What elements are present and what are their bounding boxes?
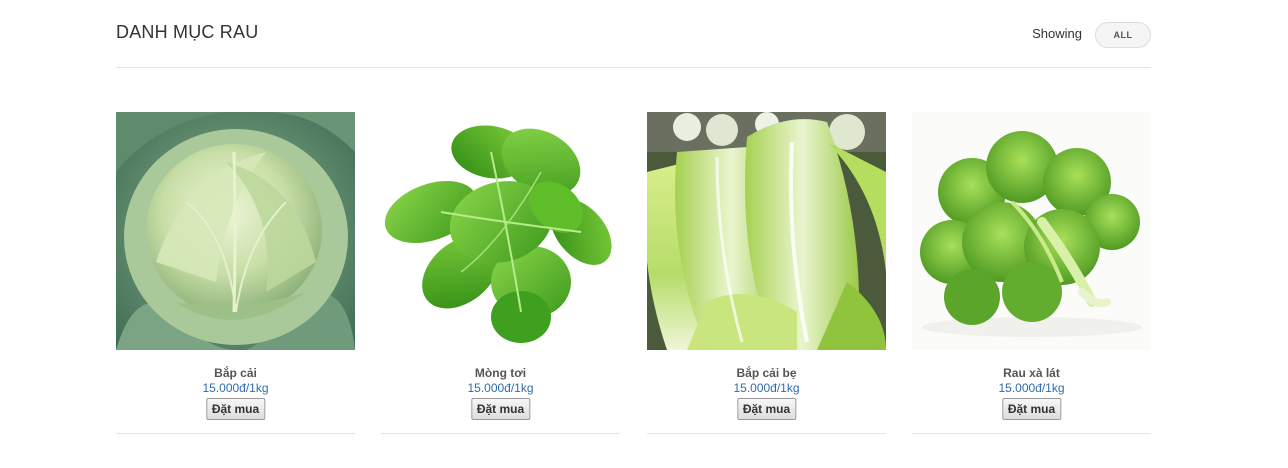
product-price: 15.000đ/1kg (733, 381, 800, 395)
product-card-bap-cai-be: Bắp cải bẹ 15.000đ/1kg Đặt mua (647, 112, 886, 434)
page-title: DANH MỤC RAU (116, 22, 259, 42)
product-card-mong-toi: Mòng tơi 15.000đ/1kg Đặt mua (381, 112, 620, 434)
category-header: DANH MỤC RAU Showing ALL (116, 0, 1151, 68)
product-name[interactable]: Rau xà lát (912, 366, 1151, 380)
product-name[interactable]: Mòng tơi (381, 366, 620, 380)
product-price: 15.000đ/1kg (998, 381, 1065, 395)
order-button[interactable]: Đặt mua (205, 398, 266, 420)
product-price: 15.000đ/1kg (202, 381, 269, 395)
showing-label: Showing (1032, 26, 1082, 41)
order-button[interactable]: Đặt mua (470, 398, 531, 420)
malabar-spinach-image[interactable] (381, 112, 620, 350)
cabbage-image[interactable] (116, 112, 355, 350)
product-card-rau-xa-lat: Rau xà lát 15.000đ/1kg Đặt mua (912, 112, 1151, 434)
order-button[interactable]: Đặt mua (1001, 398, 1062, 420)
product-name[interactable]: Bắp cải bẹ (647, 366, 886, 380)
order-button[interactable]: Đặt mua (736, 398, 797, 420)
filter-all-button[interactable]: ALL (1095, 22, 1151, 48)
product-price: 15.000đ/1kg (467, 381, 534, 395)
product-card-bap-cai: Bắp cải 15.000đ/1kg Đặt mua (116, 112, 355, 434)
product-name[interactable]: Bắp cải (116, 366, 355, 380)
lettuce-image[interactable] (912, 112, 1151, 350)
napa-cabbage-image[interactable] (647, 112, 886, 350)
